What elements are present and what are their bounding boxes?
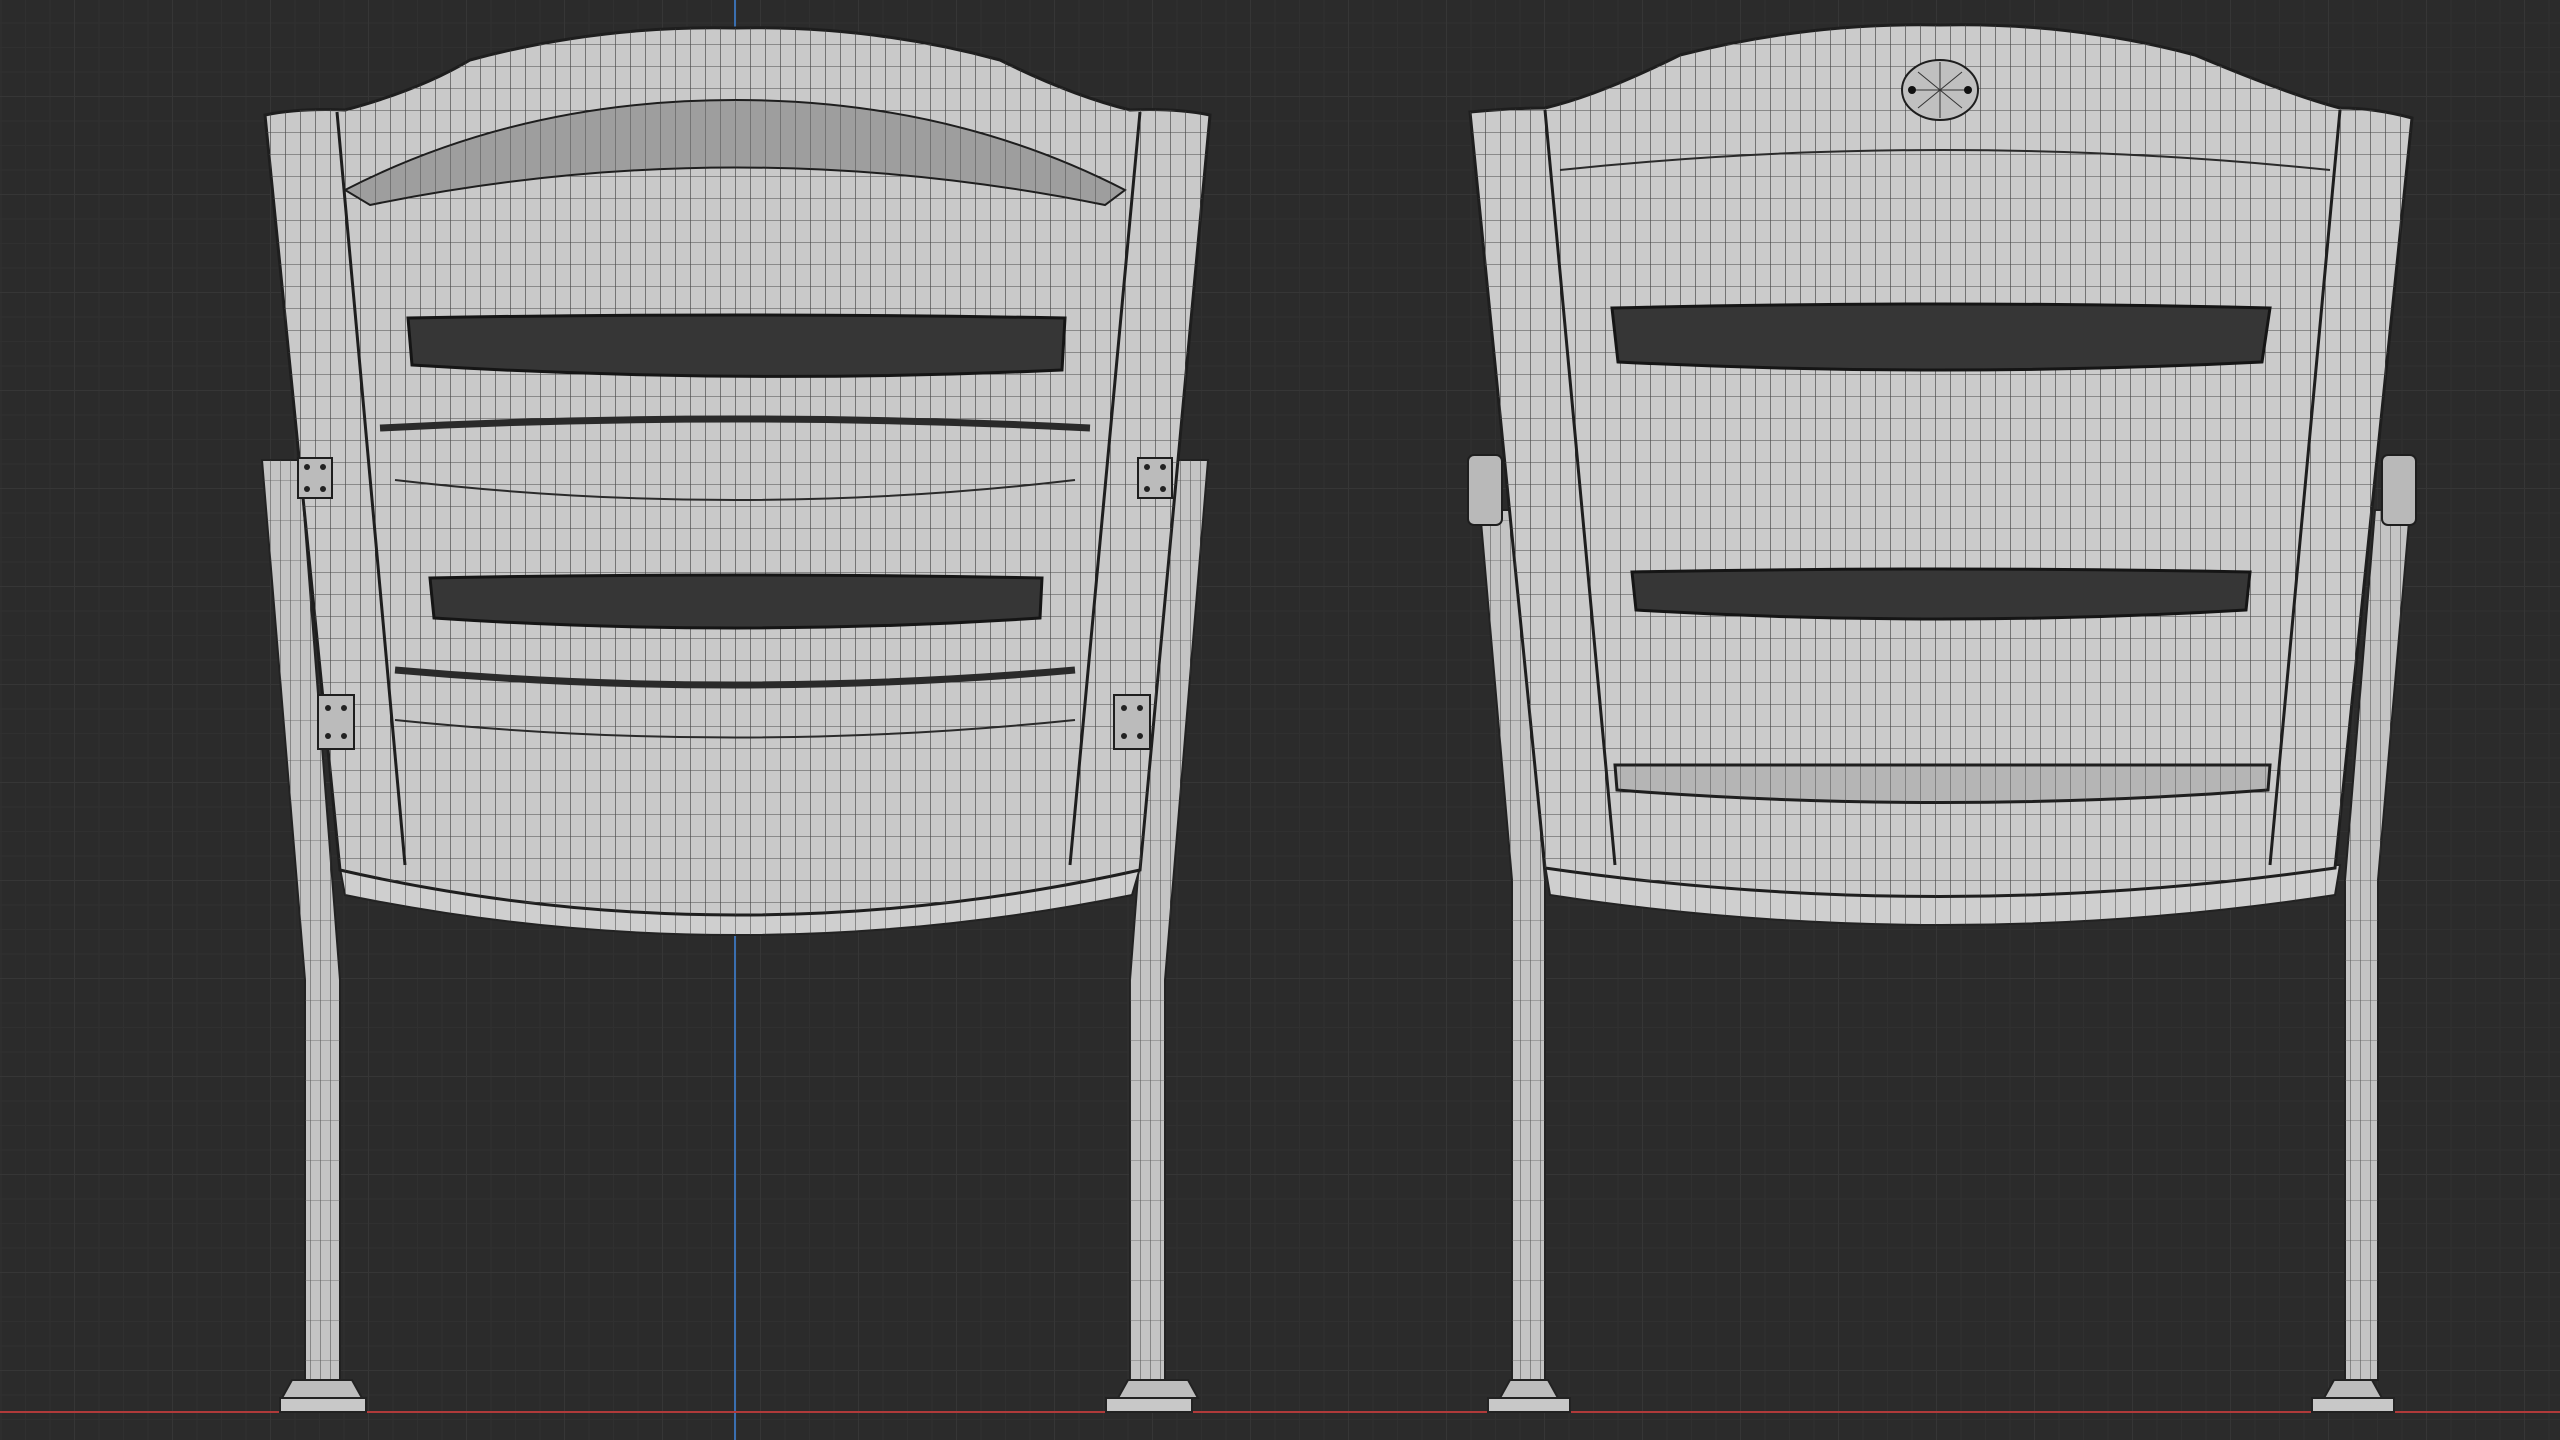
bracket-upper-right[interactable] [1137,457,1173,499]
bracket-upper-left[interactable] [297,457,333,499]
seat-number-emblem[interactable] [1901,59,1979,121]
upper-slot-front [1610,302,2272,372]
bracket-lower-right[interactable] [1113,694,1151,750]
lower-slot-front [1630,567,2252,621]
bracket-lower-left[interactable] [317,694,355,750]
upper-slot [406,313,1067,378]
seat-front-shell[interactable] [1468,23,2414,898]
scene-canvas[interactable] [0,0,2560,1440]
lower-slot [428,573,1044,630]
seat-back-shell[interactable] [263,26,1212,917]
stadium-seat-front-view[interactable] [1467,23,2417,1413]
3d-viewport[interactable] [0,0,2560,1440]
